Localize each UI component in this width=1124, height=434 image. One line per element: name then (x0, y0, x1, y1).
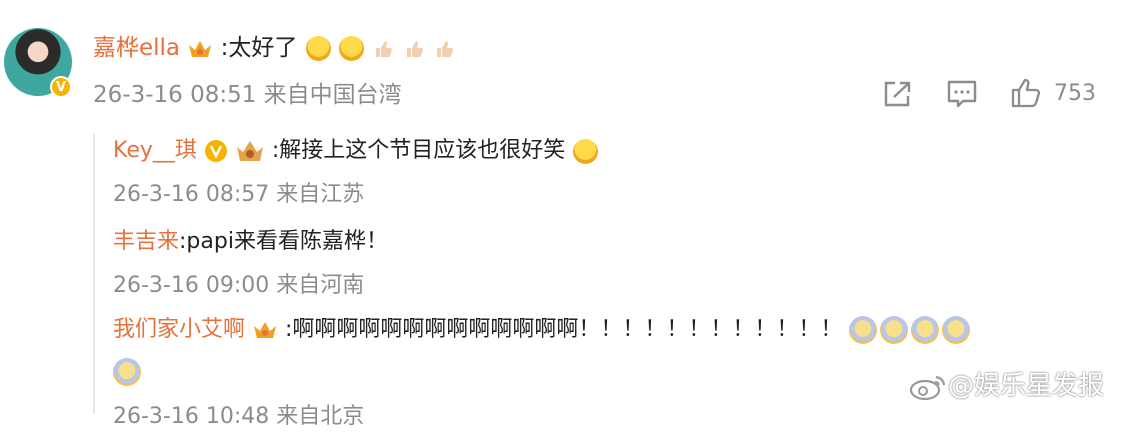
thumbs-up-icon[interactable] (1010, 77, 1042, 109)
reply-1-line: Key__琪 :解接上这个节目应该也很好笑 (113, 134, 599, 168)
main-comment-meta: 26-3-16 08:51 来自中国台湾 (93, 82, 402, 108)
reply-3-emoji-wrap (113, 358, 144, 386)
reply-username[interactable]: 我们家小艾啊 (113, 317, 245, 342)
crown-badge-icon (189, 40, 212, 57)
laugh-emoji-icon (339, 36, 365, 61)
weibo-logo-icon (908, 373, 948, 401)
share-icon[interactable] (882, 79, 914, 109)
reply-meta: 26-3-16 10:48 来自北京 (113, 404, 365, 429)
crying-emoji-icon (880, 316, 909, 344)
laugh-emoji-icon (305, 36, 331, 61)
reply-meta: 26-3-16 09:00 来自河南 (113, 273, 365, 298)
like-count: 753 (1054, 81, 1096, 106)
watermark-text: @娱乐星发报 (948, 371, 1105, 401)
thumbs-up-emoji-icon (436, 40, 453, 57)
crown-badge-icon (236, 141, 263, 161)
crying-emoji-icon (113, 358, 141, 386)
reply-meta: 26-3-16 08:57 来自江苏 (113, 182, 365, 207)
thumbs-up-emoji-icon (406, 40, 423, 57)
thumbs-up-emoji-icon (376, 40, 393, 57)
main-comment-text: :太好了 (220, 35, 298, 61)
main-comment-username[interactable]: 嘉桦ella (93, 35, 180, 61)
reply-text: :啊啊啊啊啊啊啊啊啊啊啊啊啊！！！！！！！！！！！！ (285, 317, 843, 342)
reply-3-line: 我们家小艾啊 :啊啊啊啊啊啊啊啊啊啊啊啊啊！！！！！！！！！！！！ (113, 313, 973, 347)
reply-username[interactable]: 丰吉来 (113, 229, 179, 254)
crown-badge-icon (254, 322, 277, 338)
crying-emoji-icon (942, 316, 971, 344)
crying-emoji-icon (849, 316, 878, 344)
comment-icon[interactable] (946, 79, 978, 109)
verified-badge-icon (204, 140, 227, 162)
reply-username[interactable]: Key__琪 (113, 138, 197, 163)
main-comment-line: 嘉桦ella :太好了 (93, 30, 455, 66)
crying-emoji-icon (911, 316, 940, 344)
reply-text: :解接上这个节目应该也很好笑 (271, 138, 566, 163)
verified-badge-icon: V (50, 76, 72, 98)
reply-2-line: 丰吉来:papi来看看陈嘉桦！ (113, 225, 388, 259)
reply-thread-divider (93, 134, 95, 414)
reply-text: :papi来看看陈嘉桦！ (179, 229, 388, 254)
smile-emoji-icon (573, 138, 599, 164)
watermark: @娱乐星发报 (908, 368, 1104, 404)
